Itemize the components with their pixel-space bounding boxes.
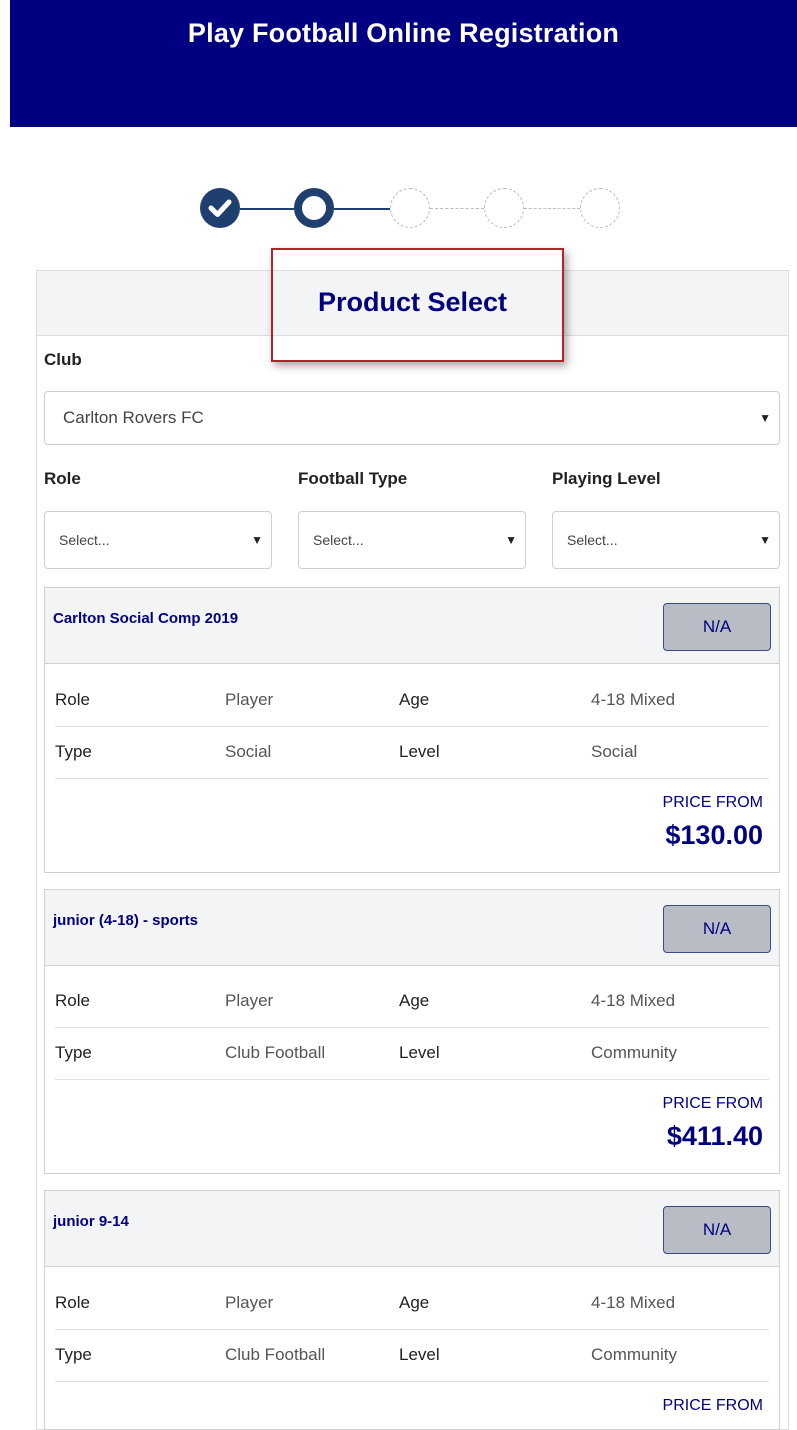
role-value: Player bbox=[225, 991, 274, 1010]
na-button[interactable]: N/A bbox=[663, 905, 771, 953]
club-select-value: Carlton Rovers FC bbox=[63, 408, 204, 427]
football-type-label: Football Type bbox=[298, 469, 408, 488]
role-key: Role bbox=[55, 991, 90, 1010]
type-key: Type bbox=[55, 1043, 92, 1062]
football-type-select-value: Select... bbox=[313, 532, 364, 548]
football-type-select[interactable]: Select... ▼ bbox=[298, 511, 526, 569]
caret-down-icon: ▼ bbox=[759, 533, 771, 547]
level-key: Level bbox=[399, 1043, 440, 1062]
product-card: Carlton Social Comp 2019 N/A Role Player… bbox=[44, 587, 780, 873]
product-card-header: Carlton Social Comp 2019 N/A bbox=[45, 588, 779, 664]
type-value: Social bbox=[225, 742, 272, 761]
product-row-type-level: Type Social Level Social bbox=[55, 726, 769, 779]
na-button[interactable]: N/A bbox=[663, 603, 771, 651]
product-card: junior (4-18) - sports N/A Role Player A… bbox=[44, 889, 780, 1174]
price-from-label: PRICE FROM bbox=[662, 794, 763, 811]
playing-level-label: Playing Level bbox=[552, 469, 661, 488]
step-connector bbox=[524, 208, 580, 209]
level-key: Level bbox=[399, 1345, 440, 1364]
caret-down-icon: ▼ bbox=[505, 533, 517, 547]
highlight-box bbox=[271, 248, 564, 362]
level-value: Community bbox=[591, 1345, 677, 1364]
type-key: Type bbox=[55, 1345, 92, 1364]
age-value: 4-18 Mixed bbox=[591, 1293, 676, 1312]
age-key: Age bbox=[399, 690, 430, 709]
role-value: Player bbox=[225, 1293, 274, 1312]
step-5 bbox=[580, 188, 620, 228]
product-name: junior (4-18) - sports bbox=[53, 912, 199, 929]
age-key: Age bbox=[399, 991, 430, 1010]
step-2-current[interactable] bbox=[294, 188, 334, 228]
step-connector bbox=[240, 208, 294, 210]
price-from-label: PRICE FROM bbox=[662, 1095, 763, 1112]
step-connector bbox=[334, 208, 390, 210]
type-value: Club Football bbox=[225, 1043, 326, 1062]
check-icon bbox=[208, 199, 232, 217]
level-key: Level bbox=[399, 742, 440, 761]
product-card-header: junior (4-18) - sports N/A bbox=[45, 890, 779, 966]
product-row-type-level: Type Club Football Level Community bbox=[55, 1027, 769, 1080]
product-row-type-level: Type Club Football Level Community bbox=[55, 1329, 769, 1382]
type-value: Club Football bbox=[225, 1345, 326, 1364]
price-from-label: PRICE FROM bbox=[662, 1397, 763, 1414]
playing-level-select[interactable]: Select... ▼ bbox=[552, 511, 780, 569]
playing-level-select-value: Select... bbox=[567, 532, 618, 548]
na-button[interactable]: N/A bbox=[663, 1206, 771, 1254]
step-1-complete[interactable] bbox=[200, 188, 240, 228]
age-value: 4-18 Mixed bbox=[591, 690, 676, 709]
product-row-role-age: Role Player Age 4-18 Mixed bbox=[55, 975, 769, 1028]
role-key: Role bbox=[55, 690, 90, 709]
product-name: junior 9-14 bbox=[53, 1213, 129, 1230]
level-value: Community bbox=[591, 1043, 677, 1062]
age-key: Age bbox=[399, 1293, 430, 1312]
product-name: Carlton Social Comp 2019 bbox=[53, 610, 239, 627]
progress-stepper bbox=[0, 0, 797, 240]
step-4 bbox=[484, 188, 524, 228]
step-3 bbox=[390, 188, 430, 228]
role-value: Player bbox=[225, 690, 274, 709]
product-card: junior 9-14 N/A Role Player Age 4-18 Mix… bbox=[44, 1190, 780, 1430]
product-row-role-age: Role Player Age 4-18 Mixed bbox=[55, 1277, 769, 1330]
age-value: 4-18 Mixed bbox=[591, 991, 676, 1010]
product-row-role-age: Role Player Age 4-18 Mixed bbox=[55, 674, 769, 727]
level-value: Social bbox=[591, 742, 638, 761]
role-label: Role bbox=[44, 469, 81, 488]
role-key: Role bbox=[55, 1293, 90, 1312]
price-value: $411.40 bbox=[666, 1121, 763, 1151]
club-select[interactable]: Carlton Rovers FC ▼ bbox=[44, 391, 780, 445]
club-label: Club bbox=[44, 350, 82, 369]
role-select[interactable]: Select... ▼ bbox=[44, 511, 272, 569]
step-connector bbox=[430, 208, 484, 209]
product-card-header: junior 9-14 N/A bbox=[45, 1191, 779, 1267]
price-value: $130.00 bbox=[665, 820, 763, 850]
role-select-value: Select... bbox=[59, 532, 110, 548]
type-key: Type bbox=[55, 742, 92, 761]
caret-down-icon: ▼ bbox=[759, 411, 771, 425]
caret-down-icon: ▼ bbox=[251, 533, 263, 547]
